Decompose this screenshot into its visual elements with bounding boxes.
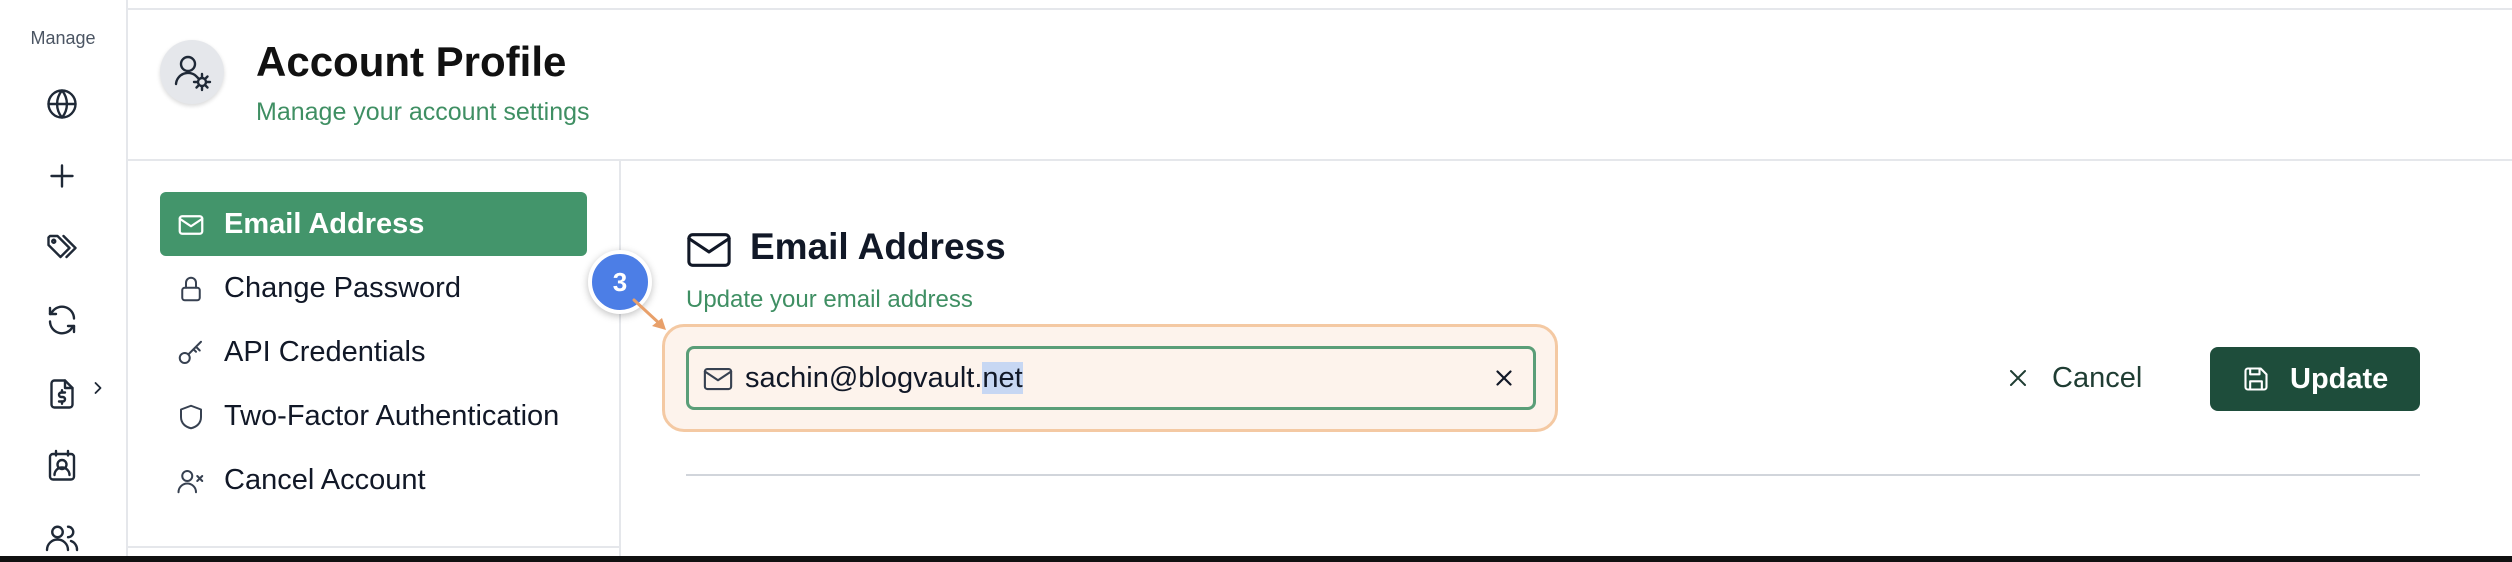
contact-icon[interactable] (44, 448, 80, 484)
email-value-text: sachin@blogvault. (745, 362, 983, 394)
subnav-item-api-credentials[interactable]: API Credentials (160, 320, 587, 384)
header-divider (128, 159, 2512, 161)
mail-icon (686, 230, 732, 270)
subnav-label: Two-Factor Authentication (224, 400, 560, 432)
subnav-item-cancel-account[interactable]: Cancel Account (160, 448, 587, 512)
pointer-arrow (630, 296, 680, 336)
subnav-item-email-address[interactable]: Email Address (160, 192, 587, 256)
rail-label: Manage (30, 28, 96, 48)
subnav-label: Change Password (224, 272, 461, 304)
page-subtitle: Manage your account settings (256, 98, 590, 126)
chevron-right-icon[interactable] (88, 378, 108, 398)
section-divider (686, 474, 2420, 476)
email-value: sachin@blogvault.net (745, 349, 1023, 407)
users-icon[interactable] (44, 520, 80, 556)
section-title: Email Address (750, 226, 1006, 267)
close-icon (2006, 366, 2030, 390)
key-icon (176, 338, 206, 368)
user-x-icon (176, 466, 206, 496)
subnav-item-two-factor-authentication[interactable]: Two-Factor Authentication (160, 384, 587, 448)
email-field[interactable]: sachin@blogvault.net (686, 346, 1536, 410)
page-title: Account Profile (256, 38, 567, 85)
update-button[interactable]: Update (2210, 347, 2420, 411)
file-dollar-icon[interactable] (44, 376, 80, 412)
mail-icon (703, 366, 733, 392)
bottom-bar (0, 556, 2512, 562)
cancel-label: Cancel (2052, 362, 2143, 394)
email-value-selection: net (982, 362, 1023, 394)
subnav-bottom-border (128, 546, 619, 548)
plus-icon[interactable] (44, 158, 80, 194)
update-label: Update (2290, 363, 2389, 395)
subnav-label: Cancel Account (224, 464, 426, 496)
cancel-button[interactable]: Cancel (1990, 348, 2170, 408)
clear-icon[interactable] (1491, 365, 1517, 391)
subnav-label: Email Address (224, 208, 425, 240)
tags-icon[interactable] (44, 230, 80, 266)
section-subtitle: Update your email address (686, 286, 973, 313)
refresh-icon[interactable] (44, 302, 80, 338)
shield-icon (176, 402, 206, 432)
subnav-divider (619, 161, 621, 562)
user-gear-icon (160, 40, 224, 104)
mail-icon (176, 210, 206, 240)
globe-icon[interactable] (44, 86, 80, 122)
subnav-item-change-password[interactable]: Change Password (160, 256, 587, 320)
top-border (0, 8, 2512, 10)
lock-icon (176, 274, 206, 304)
subnav-label: API Credentials (224, 336, 426, 368)
save-icon (2242, 365, 2270, 393)
